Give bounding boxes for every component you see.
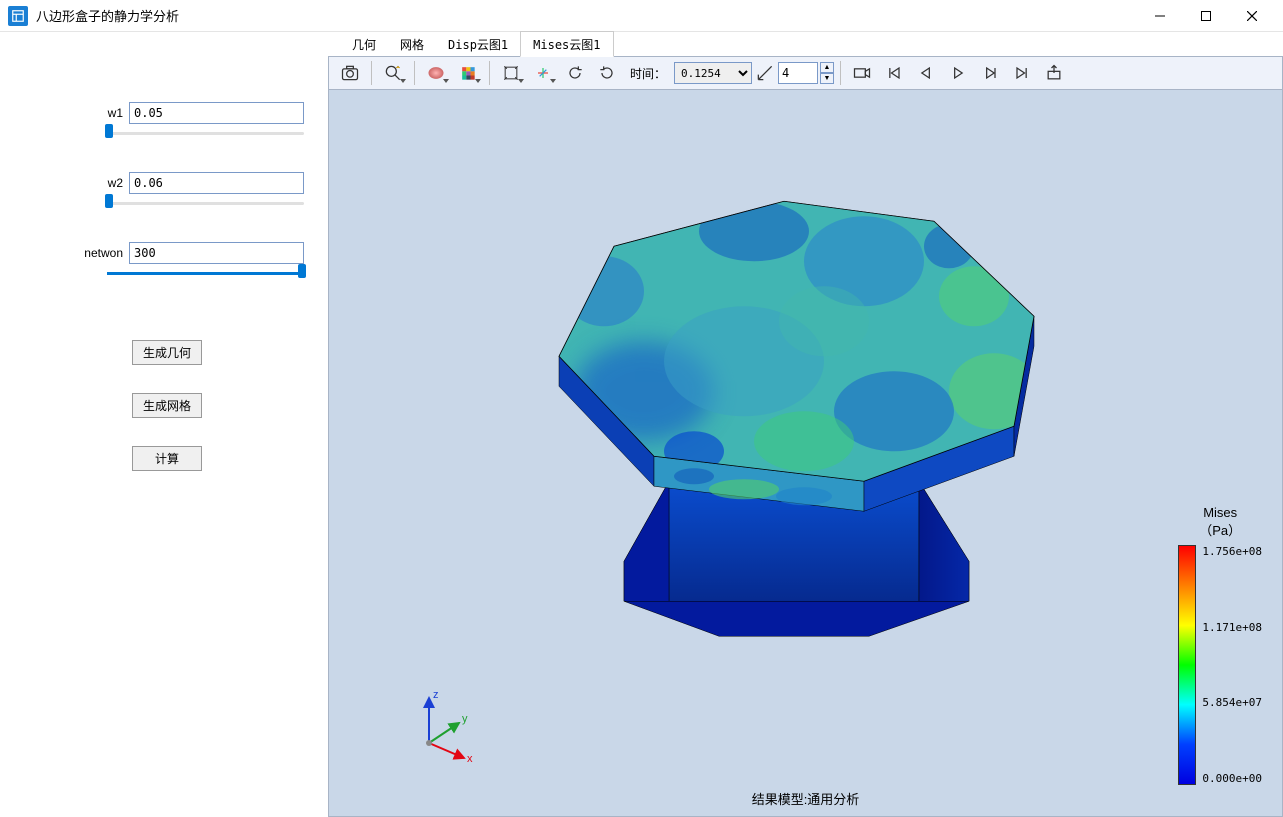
param-w1-label: w1 [81, 106, 123, 120]
snapshot-button[interactable] [335, 60, 365, 86]
toolbar-separator [371, 61, 372, 85]
coordinate-axes: z y x [414, 688, 484, 771]
legend-title: Mises （Pa） [1199, 505, 1241, 539]
display-mode-button[interactable] [421, 60, 451, 86]
legend-title-line2: （Pa） [1199, 520, 1241, 539]
compute-button[interactable]: 计算 [132, 446, 202, 471]
time-label: 时间： [630, 65, 666, 82]
time-select[interactable]: 0.1254 [674, 62, 752, 84]
viewport-area: 几何 网格 Disp云图1 Mises云图1 [328, 32, 1283, 817]
maximize-button[interactable] [1183, 1, 1229, 31]
action-buttons: 生成几何 生成网格 计算 [132, 340, 202, 471]
frame-up-button[interactable]: ▲ [820, 62, 834, 73]
param-newton-label: netwon [81, 246, 123, 260]
tab-geometry[interactable]: 几何 [340, 32, 388, 56]
tab-mesh[interactable]: 网格 [388, 32, 436, 56]
legend-tick: 5.854e+07 [1202, 696, 1262, 709]
fit-view-button[interactable] [496, 60, 526, 86]
frame-down-button[interactable]: ▼ [820, 73, 834, 84]
generate-geometry-button[interactable]: 生成几何 [132, 340, 202, 365]
toolbar-separator [840, 61, 841, 85]
axis-x-label: x [467, 753, 473, 765]
export-button[interactable] [1039, 60, 1069, 86]
legend-tick: 0.000e+00 [1202, 772, 1262, 785]
param-newton-slider[interactable] [107, 270, 304, 280]
model-render [494, 161, 1094, 664]
colormap-button[interactable] [453, 60, 483, 86]
app-icon [8, 6, 28, 26]
orientation-button[interactable] [528, 60, 558, 86]
legend-colorbar [1178, 545, 1196, 785]
axis-z-label: z [433, 689, 439, 701]
prev-frame-button[interactable] [911, 60, 941, 86]
param-newton-input[interactable] [129, 242, 304, 264]
tabs: 几何 网格 Disp云图1 Mises云图1 [328, 32, 1283, 56]
legend-tick: 1.756e+08 [1202, 545, 1262, 558]
minimize-button[interactable] [1137, 1, 1183, 31]
titlebar-left: 八边形盒子的静力学分析 [8, 6, 179, 26]
color-legend: Mises （Pa） 1.756e+08 1.171e+08 5.854e+07… [1178, 505, 1262, 785]
zoom-button[interactable] [378, 60, 408, 86]
tab-disp-contour[interactable]: Disp云图1 [436, 32, 520, 56]
tab-mises-contour[interactable]: Mises云图1 [520, 31, 613, 57]
window-controls [1137, 1, 1275, 31]
rotate-ccw-button[interactable] [560, 60, 590, 86]
legend-title-line1: Mises [1199, 505, 1241, 520]
legend-ticks: 1.756e+08 1.171e+08 5.854e+07 0.000e+00 [1202, 545, 1262, 785]
scale-icon [754, 60, 776, 86]
frame-spinner: ▲ ▼ [820, 62, 834, 84]
param-w2-slider[interactable] [107, 200, 304, 210]
3d-viewport[interactable]: Mises （Pa） 1.756e+08 1.171e+08 5.854e+07… [328, 90, 1283, 817]
close-button[interactable] [1229, 1, 1275, 31]
toolbar-separator [414, 61, 415, 85]
param-w1-input[interactable] [129, 102, 304, 124]
titlebar: 八边形盒子的静力学分析 [0, 0, 1283, 32]
param-w1-row: w1 [81, 102, 304, 124]
toolbar-separator [489, 61, 490, 85]
last-frame-button[interactable] [1007, 60, 1037, 86]
param-w2-row: w2 [81, 172, 304, 194]
record-button[interactable] [847, 60, 877, 86]
param-w1-slider[interactable] [107, 130, 304, 140]
frame-input[interactable] [778, 62, 818, 84]
param-newton-row: netwon [81, 242, 304, 264]
param-w2-input[interactable] [129, 172, 304, 194]
toolbar: 时间： 0.1254 ▲ ▼ [328, 56, 1283, 90]
play-button[interactable] [943, 60, 973, 86]
first-frame-button[interactable] [879, 60, 909, 86]
axis-y-label: y [462, 713, 468, 725]
next-frame-button[interactable] [975, 60, 1005, 86]
sidebar: w1 w2 netwon 生成几何 生成网格 计算 [0, 32, 328, 817]
generate-mesh-button[interactable]: 生成网格 [132, 393, 202, 418]
legend-tick: 1.171e+08 [1202, 621, 1262, 634]
rotate-cw-button[interactable] [592, 60, 622, 86]
status-text: 结果模型:通用分析 [752, 789, 860, 808]
param-w2-label: w2 [81, 176, 123, 190]
window-title: 八边形盒子的静力学分析 [36, 6, 179, 25]
